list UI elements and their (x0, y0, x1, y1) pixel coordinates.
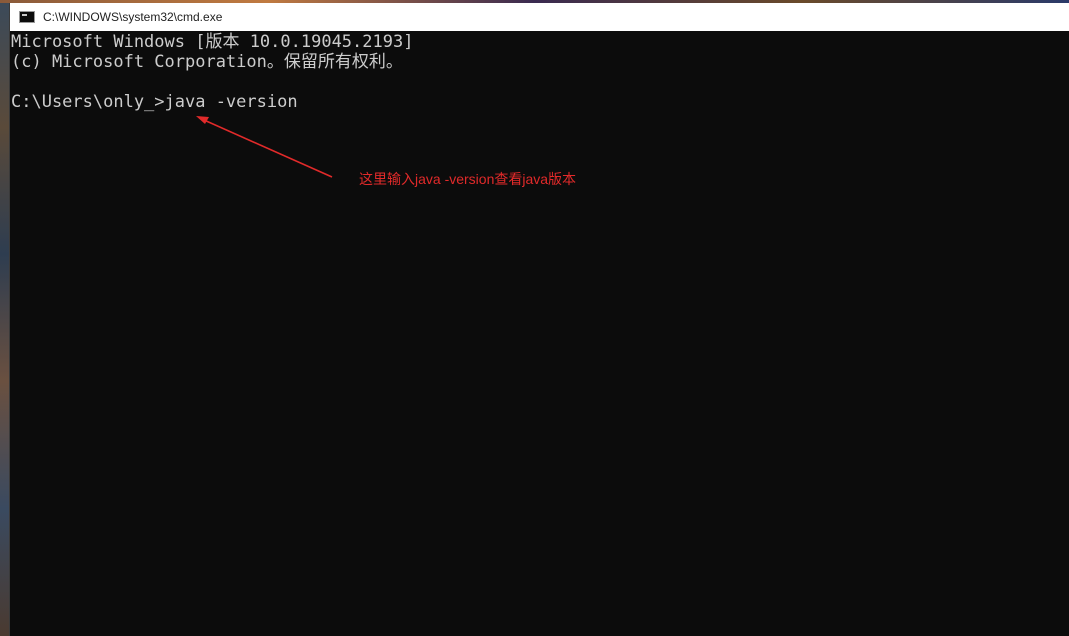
arrow-line (203, 119, 333, 178)
arrow-head (196, 116, 209, 124)
desktop-background (0, 0, 9, 636)
annotation-arrow (196, 116, 333, 178)
annotation-label: 这里输入java -version查看java版本 (359, 171, 577, 187)
cmd-window[interactable]: C:\WINDOWS\system32\cmd.exe Microsoft Wi… (9, 3, 1069, 636)
